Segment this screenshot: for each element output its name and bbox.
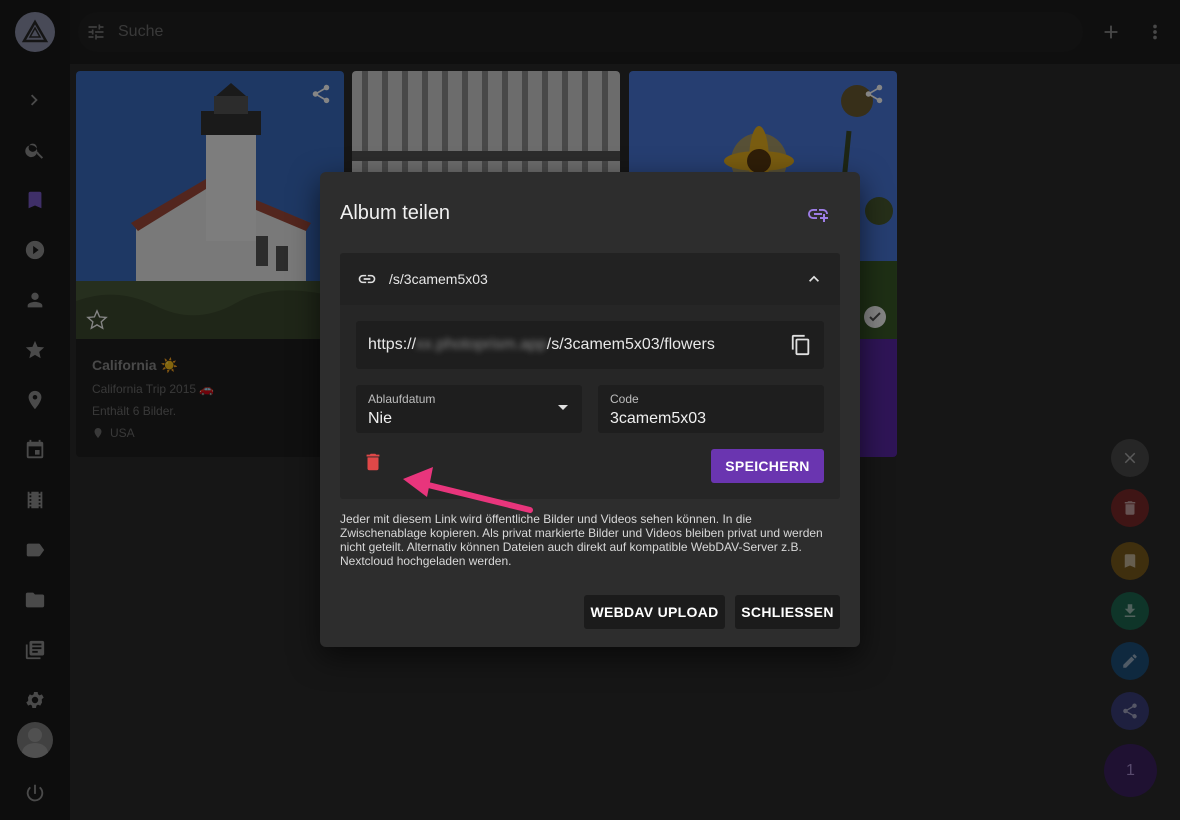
webdav-upload-button[interactable]: WEBDAV UPLOAD	[584, 595, 725, 629]
code-field[interactable]: Code 3camem5x03	[598, 385, 824, 433]
share-link-panel-header[interactable]: /s/3camem5x03	[340, 253, 840, 305]
delete-link-trash-icon[interactable]	[362, 451, 384, 473]
copy-icon[interactable]	[790, 334, 812, 356]
share-link-path: /s/3camem5x03	[389, 271, 488, 287]
code-label: Code	[610, 392, 639, 406]
annotation-arrow-icon	[403, 467, 533, 513]
expiry-select[interactable]: Ablaufdatum Nie	[356, 385, 582, 433]
dropdown-caret-icon	[558, 405, 568, 410]
expiry-label: Ablaufdatum	[368, 392, 436, 406]
share-url-field[interactable]: https://xx.photoprism.app/s/3camem5x03/f…	[356, 321, 824, 369]
chevron-up-icon[interactable]	[804, 269, 824, 289]
share-url-text[interactable]: https://xx.photoprism.app/s/3camem5x03/f…	[368, 336, 715, 354]
close-button[interactable]: SCHLIESSEN	[735, 595, 840, 629]
code-value[interactable]: 3camem5x03	[610, 410, 706, 428]
save-button[interactable]: SPEICHERN	[711, 449, 824, 483]
share-info-text: Jeder mit diesem Link wird öffentliche B…	[340, 512, 823, 568]
dialog-title: Album teilen	[340, 202, 451, 224]
add-link-icon[interactable]	[806, 202, 830, 226]
share-album-dialog: Album teilen /s/3camem5x03 https://xx.ph…	[320, 172, 860, 647]
expiry-value: Nie	[368, 410, 393, 427]
link-icon	[357, 269, 377, 289]
